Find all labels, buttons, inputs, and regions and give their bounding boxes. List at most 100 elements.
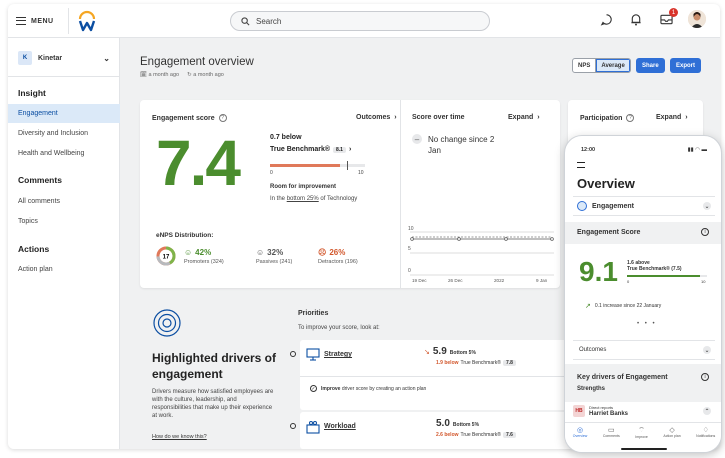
info-icon[interactable]: i bbox=[701, 228, 709, 236]
mobile-person-row[interactable]: HB Direct reports Harriet Banks ⌃ bbox=[573, 402, 715, 420]
chevron-down-icon: ⌄ bbox=[703, 346, 711, 354]
tab-notifications[interactable]: ♢ Notifications bbox=[696, 426, 715, 452]
overview-icon: ◎ bbox=[576, 427, 584, 434]
sidebar-divider bbox=[8, 76, 120, 77]
mobile-above: 1.6 above True Benchmark® (7.5) bbox=[627, 260, 682, 272]
hamburger-icon[interactable] bbox=[577, 162, 585, 168]
neutral-icon: ☺ bbox=[256, 248, 265, 257]
row-divider bbox=[300, 376, 590, 377]
bench-row[interactable]: True Benchmark® 8.1 › bbox=[270, 146, 351, 153]
benchmark-bar-fill bbox=[270, 164, 341, 167]
priorities-title: Priorities bbox=[298, 310, 329, 317]
inbox-icon[interactable]: 1 bbox=[658, 8, 678, 27]
export-button[interactable]: Export bbox=[670, 58, 702, 73]
tab-comments[interactable]: ▭ Comments bbox=[603, 426, 620, 452]
sidebar-item-diversity[interactable]: Diversity and Inclusion bbox=[8, 124, 120, 143]
data-point bbox=[504, 237, 508, 241]
improve-row[interactable]: ✓ Improve driver score by creating an ac… bbox=[310, 385, 426, 392]
sidebar-item-all-comments[interactable]: All comments bbox=[8, 192, 120, 211]
org-initial: K bbox=[18, 51, 32, 65]
outcomes-link[interactable]: Outcomes › bbox=[356, 114, 397, 121]
participation-title: Participation? bbox=[580, 114, 635, 122]
detractors: ☹ 26% Detractors (196) bbox=[318, 248, 358, 265]
room-label: Room for improvement bbox=[270, 184, 337, 190]
driver-name[interactable]: Strategy bbox=[324, 351, 352, 358]
menu-label: MENU bbox=[31, 17, 54, 25]
mobile-bar-fill bbox=[627, 275, 700, 277]
frown-icon: ☹ bbox=[318, 248, 327, 257]
sidebar-heading-comments: Comments bbox=[18, 175, 62, 185]
drivers-desc: Drivers measure how satisfied employees … bbox=[152, 389, 274, 419]
meta-updated: ↻ a month ago bbox=[187, 72, 224, 78]
mobile-score: 9.1 bbox=[579, 256, 618, 287]
driver-name[interactable]: Workload bbox=[324, 423, 356, 430]
y-tick: 10 bbox=[408, 226, 414, 232]
bar-min: 0 bbox=[270, 170, 273, 176]
top-icons: 1 bbox=[598, 8, 706, 28]
score-type-toggle[interactable]: NPS Average bbox=[572, 58, 631, 73]
drivers-link[interactable]: How do we know this? bbox=[152, 434, 207, 440]
score-time-expand[interactable]: Expand › bbox=[508, 114, 540, 121]
data-point bbox=[550, 237, 554, 241]
room-text: In the bottom 25% of Technology bbox=[270, 196, 358, 202]
driver-bench: 1.9 below True Benchmark® 7.8 bbox=[436, 360, 516, 366]
chevron-down-icon: ⌄ bbox=[703, 202, 711, 210]
info-icon[interactable]: ? bbox=[626, 114, 635, 122]
x-tick: 19 Dec bbox=[412, 278, 427, 283]
driver-bench: 2.6 below True Benchmark® 7.6 bbox=[436, 432, 516, 438]
smile-icon: ☺ bbox=[184, 248, 193, 257]
radio-icon[interactable] bbox=[290, 423, 296, 429]
search-bar[interactable]: Search bbox=[230, 11, 490, 31]
enps-donut: 17 bbox=[156, 246, 176, 266]
sidebar-item-health[interactable]: Health and Wellbeing bbox=[8, 144, 120, 163]
driver-score: 5.9 bbox=[432, 346, 447, 357]
person-initials: HB bbox=[573, 405, 585, 417]
engagement-card-title: Engagement score? bbox=[152, 114, 227, 122]
enps-score: 17 bbox=[163, 254, 170, 260]
no-change-text: No change since 2 Jan bbox=[428, 135, 495, 155]
topbar-divider bbox=[68, 8, 69, 34]
y-tick: 5 bbox=[408, 246, 411, 252]
priority-strategy[interactable]: Strategy ↘ 5.9 Bottom 5% 1.9 below True … bbox=[300, 340, 590, 410]
toggle-nps[interactable]: NPS bbox=[573, 59, 595, 72]
priority-workload[interactable]: Workload 5.0 Bottom 5% 2.6 below True Be… bbox=[300, 412, 590, 449]
org-name: Kinetar bbox=[38, 54, 63, 62]
radio-icon[interactable] bbox=[290, 351, 296, 357]
org-selector[interactable]: K Kinetar ⌄ bbox=[18, 48, 110, 68]
workday-logo[interactable] bbox=[78, 10, 96, 32]
priorities-sub: To improve your score, look at: bbox=[298, 325, 380, 331]
sidebar-item-action-plan[interactable]: Action plan bbox=[8, 260, 120, 279]
mobile-outcomes[interactable]: Outcomes ⌄ bbox=[573, 340, 715, 360]
enps-title: eNPS Distribution: bbox=[156, 232, 214, 239]
chevron-up-icon: ⌃ bbox=[703, 407, 711, 415]
sidebar-item-engagement[interactable]: Engagement bbox=[8, 104, 120, 123]
bar-max: 10 bbox=[358, 170, 364, 176]
x-tick: 26 Dec bbox=[448, 278, 463, 283]
bottom-link[interactable]: bottom 25% bbox=[287, 196, 319, 202]
mobile-drivers-header: Key drivers of Engagement Strengths i bbox=[565, 364, 721, 402]
chat-icon[interactable] bbox=[598, 11, 614, 27]
toggle-average[interactable]: Average bbox=[595, 59, 630, 72]
driver-score-row: 5.0 Bottom 5% bbox=[436, 418, 479, 429]
carousel-dots[interactable]: • • • bbox=[637, 321, 657, 327]
participation-expand[interactable]: Expand › bbox=[656, 114, 688, 121]
info-icon[interactable]: i bbox=[701, 373, 709, 381]
user-avatar[interactable] bbox=[688, 10, 706, 28]
notification-badge: 1 bbox=[669, 8, 678, 17]
chevron-down-icon: ⌄ bbox=[103, 53, 110, 63]
up-arrow-icon: ↗ bbox=[585, 303, 591, 310]
menu-button[interactable]: MENU bbox=[16, 12, 54, 30]
passives: ☺ 32% Passives (241) bbox=[256, 248, 293, 265]
mobile-engagement-selector[interactable]: Engagement ⌄ bbox=[573, 196, 715, 216]
benchmark-marker bbox=[347, 161, 348, 170]
info-icon[interactable]: ? bbox=[218, 114, 227, 122]
driver-rank: Bottom 5% bbox=[449, 350, 476, 356]
share-button[interactable]: Share bbox=[636, 58, 665, 73]
sidebar-item-topics[interactable]: Topics bbox=[8, 212, 120, 231]
drivers-title: Highlighted drivers of engagement bbox=[152, 351, 277, 381]
search-placeholder: Search bbox=[256, 16, 282, 26]
bell-icon[interactable] bbox=[628, 11, 644, 27]
tab-overview[interactable]: ◎ Overview bbox=[573, 426, 588, 452]
driver-score-row: ↘ 5.9 Bottom 5% bbox=[424, 346, 476, 357]
check-circle-icon: ✓ bbox=[310, 385, 317, 392]
